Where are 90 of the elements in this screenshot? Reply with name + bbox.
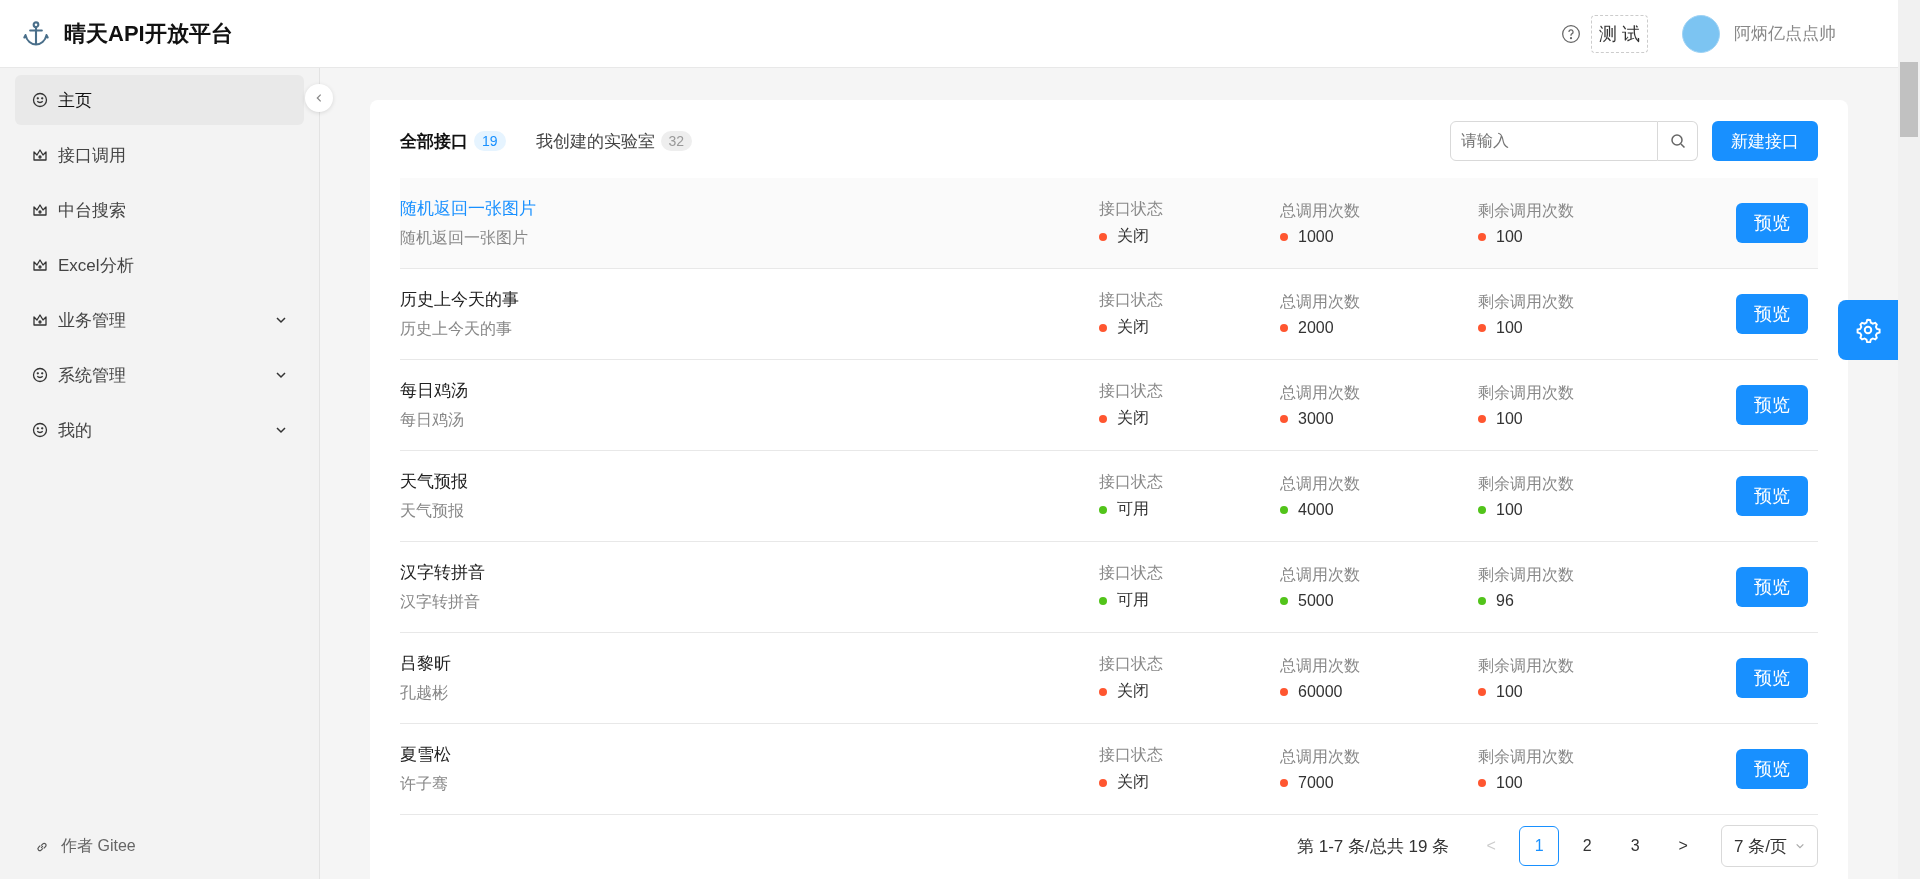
stat-value: 100 bbox=[1496, 773, 1523, 792]
api-description: 汉字转拼音 bbox=[400, 592, 481, 612]
app-title: 晴天API开放平台 bbox=[64, 19, 233, 48]
crown-icon bbox=[32, 257, 48, 273]
stat-value: 关闭 bbox=[1117, 317, 1149, 337]
stat-value: 100 bbox=[1496, 318, 1523, 337]
pagination-summary: 第 1-7 条/总共 19 条 bbox=[1297, 835, 1450, 858]
crown-icon bbox=[32, 312, 48, 328]
stat-label: 剩余调用次数 bbox=[1478, 382, 1575, 403]
stat-value: 2000 bbox=[1298, 318, 1334, 337]
stat-label: 接口状态 bbox=[1099, 199, 1164, 219]
api-description: 孔越彬 bbox=[400, 683, 449, 703]
api-title[interactable]: 吕黎昕 bbox=[400, 652, 1099, 675]
stat-label: 接口状态 bbox=[1099, 472, 1164, 492]
api-description: 天气预报 bbox=[400, 501, 465, 521]
chevron-left-icon bbox=[314, 93, 324, 103]
api-description: 历史上今天的事 bbox=[400, 319, 513, 339]
settings-button[interactable] bbox=[1838, 300, 1898, 360]
search-field[interactable]: 请输入 bbox=[1450, 121, 1658, 161]
stat-value: 100 bbox=[1496, 409, 1523, 428]
sidebar-item[interactable]: Excel分析 bbox=[15, 240, 304, 290]
stat-value: 关闭 bbox=[1117, 226, 1149, 246]
stat-value: 可用 bbox=[1117, 499, 1149, 519]
api-description: 许子骞 bbox=[400, 774, 449, 794]
stat-value: 60000 bbox=[1298, 682, 1343, 701]
avatar[interactable] bbox=[1682, 14, 1720, 53]
api-title[interactable]: 汉字转拼音 bbox=[400, 561, 1099, 584]
stat-label: 总调用次数 bbox=[1280, 291, 1361, 312]
stat-label: 接口状态 bbox=[1099, 563, 1164, 583]
stat-label: 总调用次数 bbox=[1280, 382, 1361, 403]
stat-label: 接口状态 bbox=[1099, 654, 1164, 674]
stat-label: 总调用次数 bbox=[1280, 564, 1361, 585]
stat-value: 7000 bbox=[1298, 773, 1334, 792]
stat-value: 4000 bbox=[1298, 500, 1334, 519]
settings-icon bbox=[1855, 317, 1881, 343]
tab[interactable]: 全部接口 19 bbox=[400, 129, 506, 153]
smile-icon bbox=[32, 422, 48, 438]
next-page-button[interactable]: > bbox=[1663, 826, 1704, 866]
smile-icon bbox=[32, 367, 48, 383]
sidebar-item[interactable]: 系统管理 bbox=[15, 350, 304, 400]
stat-value: 1000 bbox=[1298, 227, 1334, 246]
stat-value: 关闭 bbox=[1117, 408, 1149, 428]
smile-icon bbox=[32, 92, 48, 108]
sidebar-item[interactable]: 中台搜索 bbox=[15, 185, 304, 235]
stat-label: 总调用次数 bbox=[1280, 746, 1361, 767]
stat-value: 关闭 bbox=[1117, 681, 1149, 701]
api-title[interactable]: 历史上今天的事 bbox=[400, 288, 1099, 311]
stat-value: 可用 bbox=[1117, 590, 1149, 610]
user-name[interactable]: 阿炳亿点点帅 bbox=[1734, 22, 1836, 45]
stat-value: 100 bbox=[1496, 227, 1523, 246]
stat-label: 总调用次数 bbox=[1280, 655, 1361, 676]
stat-label: 剩余调用次数 bbox=[1478, 746, 1575, 767]
stat-label: 接口状态 bbox=[1099, 745, 1164, 765]
stat-value: 96 bbox=[1496, 591, 1514, 610]
help-icon[interactable] bbox=[1561, 23, 1581, 44]
sidebar-item[interactable]: 主页 bbox=[15, 75, 304, 125]
stat-label: 剩余调用次数 bbox=[1478, 200, 1575, 221]
stat-value: 3000 bbox=[1298, 409, 1334, 428]
stat-value: 100 bbox=[1496, 682, 1523, 701]
gitee-link[interactable]: 作者 Gitee bbox=[15, 836, 304, 857]
stat-label: 总调用次数 bbox=[1280, 200, 1361, 221]
api-description: 每日鸡汤 bbox=[400, 410, 465, 430]
stat-label: 接口状态 bbox=[1099, 290, 1164, 310]
stat-value: 100 bbox=[1496, 500, 1523, 519]
stat-label: 剩余调用次数 bbox=[1478, 655, 1575, 676]
chevron-down-icon bbox=[1795, 841, 1805, 851]
api-title[interactable]: 天气预报 bbox=[400, 470, 1099, 493]
sidebar-item[interactable]: 我的 bbox=[15, 405, 304, 455]
crown-icon bbox=[32, 202, 48, 218]
search-icon[interactable] bbox=[1658, 121, 1698, 161]
page-button[interactable]: 3 bbox=[1615, 826, 1656, 866]
crown-icon bbox=[32, 147, 48, 163]
api-title[interactable]: 夏雪松 bbox=[400, 743, 1099, 766]
tab[interactable]: 我创建的实验室 32 bbox=[535, 129, 693, 153]
sidebar-item[interactable]: 业务管理 bbox=[15, 295, 304, 345]
stat-label: 剩余调用次数 bbox=[1478, 291, 1575, 312]
scrollbar[interactable] bbox=[1898, 0, 1920, 879]
page-size-select[interactable]: 7 条/页 bbox=[1721, 825, 1818, 867]
page-button[interactable]: 2 bbox=[1567, 826, 1608, 866]
sidebar-item[interactable]: 接口调用 bbox=[15, 130, 304, 180]
stat-value: 关闭 bbox=[1117, 772, 1149, 792]
anchor-icon bbox=[22, 19, 50, 48]
api-description: 随机返回一张图片 bbox=[400, 228, 529, 248]
stat-label: 接口状态 bbox=[1099, 381, 1164, 401]
stat-label: 总调用次数 bbox=[1280, 473, 1361, 494]
stat-label: 剩余调用次数 bbox=[1478, 564, 1575, 585]
test-button[interactable]: 测 试 bbox=[1591, 14, 1648, 53]
stat-value: 5000 bbox=[1298, 591, 1334, 610]
stat-label: 剩余调用次数 bbox=[1478, 473, 1575, 494]
api-title[interactable]: 每日鸡汤 bbox=[400, 379, 1099, 402]
